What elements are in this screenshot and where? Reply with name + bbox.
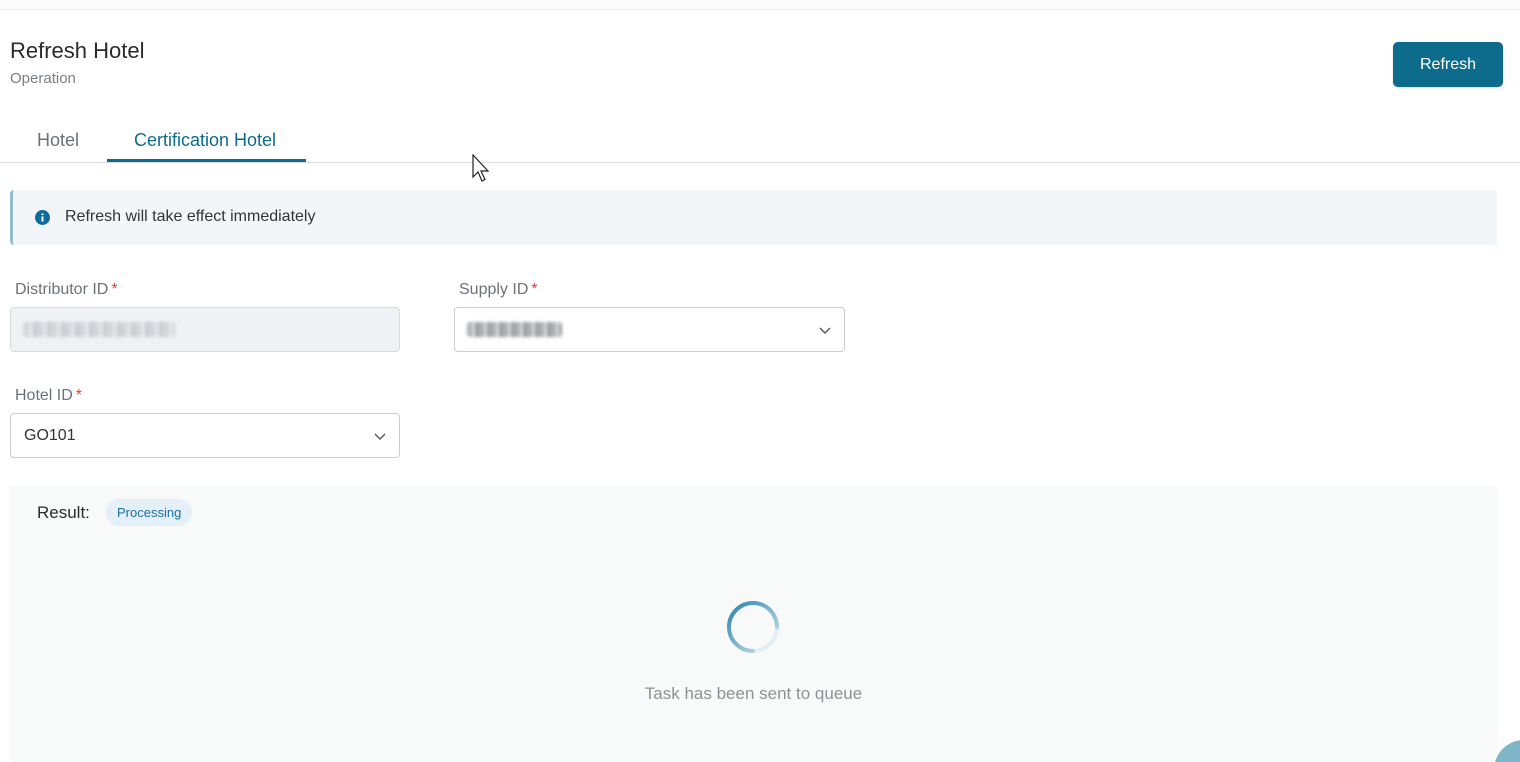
hotel-id-select[interactable]: GO101 (10, 413, 400, 458)
queue-message: Task has been sent to queue (644, 684, 863, 703)
required-marker: * (531, 281, 538, 298)
floating-action-button[interactable] (1494, 740, 1520, 762)
redacted-value (467, 322, 562, 337)
tab-certification-hotel[interactable]: Certification Hotel (134, 130, 276, 151)
info-icon (35, 210, 50, 225)
hotel-id-value: GO101 (24, 427, 76, 444)
required-marker: * (111, 281, 118, 298)
alert-text: Refresh will take effect immediately (65, 208, 316, 225)
top-bar (0, 0, 1520, 10)
status-badge: Processing (106, 499, 193, 526)
required-marker: * (75, 387, 83, 404)
supply-id-label: Supply ID * (459, 281, 538, 298)
chevron-down-icon (819, 327, 831, 334)
mouse-cursor-icon (472, 154, 490, 182)
refresh-button[interactable]: Refresh (1393, 42, 1503, 87)
distributor-id-label: Distributor ID * (15, 281, 118, 298)
tab-hotel[interactable]: Hotel (37, 130, 79, 151)
page-subtitle: Operation (10, 70, 76, 87)
supply-id-select[interactable] (454, 307, 845, 352)
loading-spinner-icon (727, 601, 779, 653)
redacted-value (23, 322, 175, 337)
distributor-id-field (10, 307, 400, 352)
chevron-down-icon (374, 433, 386, 440)
result-panel: Result: Processing Task has been sent to… (10, 486, 1497, 762)
info-alert: Refresh will take effect immediately (10, 190, 1497, 245)
page-title: Refresh Hotel (10, 38, 145, 63)
result-label: Result: (37, 503, 90, 522)
tab-bar: Hotel Certification Hotel (0, 118, 1520, 163)
hotel-id-label: Hotel ID * (15, 387, 83, 404)
active-tab-indicator (107, 159, 306, 162)
